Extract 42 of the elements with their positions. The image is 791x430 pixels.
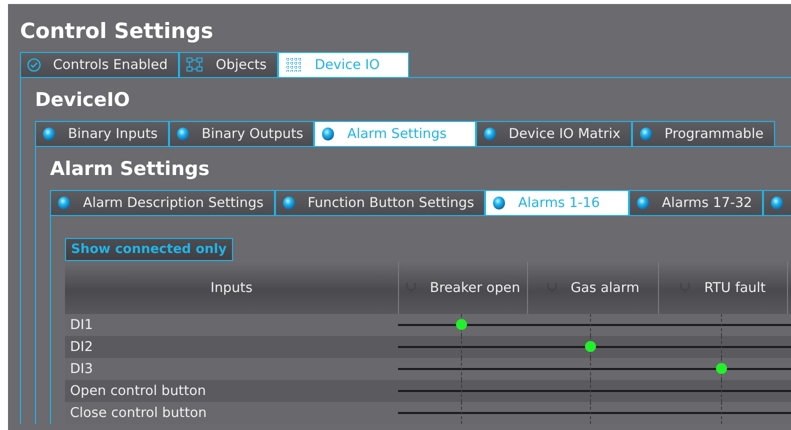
column-header: RTU fault [704,280,766,296]
column-header: Gas alarm [570,280,640,296]
tab[interactable]: Alarm Description Settings [50,190,275,215]
row-label: Close control button [69,404,208,423]
check-circle-icon [27,58,41,72]
sphere-icon [176,127,190,141]
column-header: Breaker open [430,280,520,296]
tab[interactable]: Programmable [632,121,775,146]
connection-dot [585,341,596,352]
tab[interactable]: Function Button Settings [274,190,486,215]
sphere-icon [57,196,71,210]
tab[interactable] [763,190,791,215]
sphere-icon [636,196,650,210]
grid-icon [284,57,303,73]
tab[interactable]: Alarms 17-32 [628,190,764,215]
section-title: DeviceIO [35,88,131,112]
tab[interactable]: Binary Inputs [35,121,169,146]
matrix-cell[interactable] [527,402,658,424]
page-title: Control Settings [20,18,214,44]
tab[interactable]: Device IO Matrix [476,121,632,146]
row-label: DI3 [69,360,94,379]
row-label: DI1 [69,316,94,335]
sphere-icon [770,196,784,210]
connection-dot [716,363,727,374]
sphere-icon [638,127,653,141]
sphere-icon [492,196,506,210]
column-header: Inputs [210,280,252,296]
show-connected-button[interactable]: Show connected only [65,238,233,261]
sphere-icon [482,127,497,141]
connection-dot [456,319,467,330]
sphere-icon [42,127,56,141]
matrix-cell[interactable] [658,402,787,424]
section-title: Alarm Settings [50,157,211,181]
tab[interactable]: Controls Enabled [20,52,179,77]
row-label: DI2 [69,338,94,357]
sphere-icon [321,127,336,141]
row-label: Open control button [69,382,207,401]
matrix-cell[interactable] [398,402,527,424]
tab[interactable]: Objects [178,52,278,77]
diagram-icon [186,57,204,73]
sphere-icon [282,196,296,210]
tab[interactable]: Binary Outputs [168,121,314,146]
